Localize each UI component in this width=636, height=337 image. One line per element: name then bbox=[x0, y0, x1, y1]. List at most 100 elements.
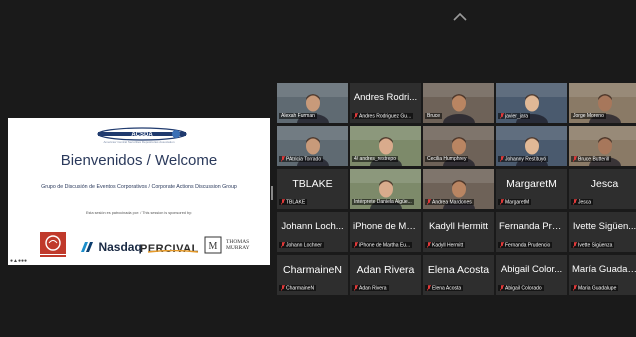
participant-name-text: Bruce Butterill bbox=[578, 156, 610, 162]
nasdaq-text: Nasdaq bbox=[98, 240, 142, 254]
welcome-title: Bienvenidos / Welcome bbox=[60, 152, 218, 169]
acsda-logo-text: ACSDA bbox=[131, 132, 153, 138]
participant-name-label: Andres Rodriguez Gu... bbox=[352, 112, 419, 121]
shared-screen: ACSDA Americas' Central Securities Depos… bbox=[8, 118, 270, 265]
participant-name-text: Kadyll Hermitt bbox=[432, 242, 464, 248]
participant-tile[interactable]: Jorge Moreno bbox=[569, 83, 636, 123]
participant-name-text: Ivette Sigüenza bbox=[578, 242, 613, 248]
mic-muted-icon bbox=[353, 284, 359, 291]
participant-tile[interactable]: Andrea Mardones bbox=[423, 169, 494, 209]
participant-tile[interactable]: Alexah Furman bbox=[277, 83, 348, 123]
participant-name-label: 4/ andres_restrepo bbox=[352, 156, 419, 164]
participant-name-label: Maria Guadalupe bbox=[571, 284, 636, 293]
participant-tile[interactable]: PAtricia Torrado bbox=[277, 126, 348, 166]
participant-name-text: Jorge Moreno bbox=[573, 113, 604, 119]
participant-tile[interactable]: Adan Rivera Adan Rivera bbox=[350, 255, 421, 295]
participant-name-text: Andrea Mardones bbox=[432, 199, 472, 205]
participant-name-text: javier_jara bbox=[505, 113, 529, 119]
participant-tile[interactable]: Cecilia Humphrey bbox=[423, 126, 494, 166]
participant-tile[interactable]: javier_jara bbox=[496, 83, 567, 123]
mic-muted-icon bbox=[499, 198, 505, 205]
participant-name-text: Bruce bbox=[427, 113, 441, 119]
sponsor-seal-logo bbox=[40, 232, 66, 257]
mic-muted-icon bbox=[572, 284, 578, 291]
participant-tile[interactable]: MargaretM MargaretM bbox=[496, 169, 567, 209]
participant-tile[interactable]: Elena Acosta Elena Acosta bbox=[423, 255, 494, 295]
participant-grid: Alexah Furman Andres Rodri... Andres Rodri… bbox=[277, 83, 636, 295]
mic-muted-icon bbox=[426, 198, 432, 205]
participant-name-text: Johann Lochner bbox=[286, 242, 322, 248]
participant-name-text: iPhone de Martha Eu... bbox=[359, 242, 411, 248]
thomas-murray-text: THOMAS MURRAY bbox=[226, 239, 250, 251]
participant-tile[interactable]: Jesca Jesca bbox=[569, 169, 636, 209]
participant-tile[interactable]: TBLAKE TBLAKE bbox=[277, 169, 348, 209]
mic-muted-icon bbox=[499, 284, 505, 291]
participant-tile[interactable]: Andres Rodri... Andres Rodriguez Gu... bbox=[350, 83, 421, 123]
participant-name-text: Andres Rodriguez Gu... bbox=[359, 113, 412, 119]
participant-tile[interactable]: Abigail Color... Abigail Colorado bbox=[496, 255, 567, 295]
participant-name-label: Fernanda Prudencio bbox=[498, 241, 565, 250]
nasdaq-mark-icon bbox=[81, 241, 93, 252]
participant-name-text: Johanny Restituyó bbox=[505, 156, 547, 162]
participant-display-name: Johann Loch... bbox=[281, 221, 344, 232]
participant-name-text: Adan Rivera bbox=[359, 285, 387, 291]
participant-tile[interactable]: Johann Loch... Johann Lochner bbox=[277, 212, 348, 252]
participant-tile[interactable]: Bruce Butterill bbox=[569, 126, 636, 166]
participant-tile[interactable]: María Guadal... Maria Guadalupe bbox=[569, 255, 636, 295]
participant-name-label: MargaretM bbox=[498, 198, 565, 207]
participant-name-label: Kadyll Hermitt bbox=[425, 241, 492, 250]
session-subtitle: Grupo de Discusión de Eventos Corporativ… bbox=[41, 184, 237, 190]
logo-subtext: Americas' Central Securities Depositorie… bbox=[103, 140, 175, 144]
participant-tile[interactable]: Intérprete Daniela Algüe... bbox=[350, 169, 421, 209]
collapse-chevron-icon[interactable] bbox=[452, 12, 468, 22]
participant-name-label: javier_jara bbox=[498, 112, 565, 121]
participant-name-text: Maria Guadalupe bbox=[578, 285, 617, 291]
mic-muted-icon bbox=[572, 155, 578, 162]
mic-muted-icon bbox=[572, 241, 578, 248]
participant-name-label: Johann Lochner bbox=[279, 241, 346, 250]
participant-display-name: Jesca bbox=[590, 178, 619, 190]
participant-display-name: MargaretM bbox=[506, 178, 557, 190]
participant-display-name: Fernanda Pru... bbox=[499, 221, 566, 232]
participant-name-label: Alexah Furman bbox=[279, 113, 346, 121]
participant-display-name: TBLAKE bbox=[292, 178, 333, 190]
participant-name-text: MargaretM bbox=[505, 199, 530, 205]
participant-tile[interactable]: iPhone de Ma... iPhone de Martha Eu... bbox=[350, 212, 421, 252]
mic-muted-icon bbox=[280, 241, 286, 248]
participant-name-label: Andrea Mardones bbox=[425, 198, 492, 207]
participant-tile[interactable]: 4/ andres_restrepo bbox=[350, 126, 421, 166]
participant-name-text: Elena Acosta bbox=[432, 285, 462, 291]
participant-tile[interactable]: Kadyll Hermitt Kadyll Hermitt bbox=[423, 212, 494, 252]
participant-name-label: TBLAKE bbox=[279, 198, 346, 207]
participant-display-name: Andres Rodri... bbox=[353, 92, 418, 103]
participant-display-name: Ivette Sigüen... bbox=[572, 221, 636, 232]
participant-name-label: Adan Rivera bbox=[352, 284, 419, 293]
participant-display-name: Elena Acosta bbox=[427, 264, 490, 276]
thomas-murray-mark-icon: M bbox=[204, 236, 222, 254]
participant-tile[interactable]: CharmaineN CharmaineN bbox=[277, 255, 348, 295]
participant-display-name: CharmaineN bbox=[283, 264, 342, 276]
participant-display-name: iPhone de Ma... bbox=[353, 221, 420, 232]
participant-display-name: Kadyll Hermitt bbox=[428, 221, 489, 232]
mic-muted-icon bbox=[499, 112, 505, 119]
participant-tile[interactable]: Fernanda Pru... Fernanda Prudencio bbox=[496, 212, 567, 252]
participant-name-label: CharmaineN bbox=[279, 284, 346, 293]
participant-display-name: Abigail Color... bbox=[500, 264, 563, 275]
participant-name-text: Fernanda Prudencio bbox=[505, 242, 551, 248]
participant-name-label: Elena Acosta bbox=[425, 284, 492, 293]
participant-tile[interactable]: Bruce bbox=[423, 83, 494, 123]
splitter-handle[interactable] bbox=[271, 186, 273, 200]
participant-tile[interactable]: Johanny Restituyó bbox=[496, 126, 567, 166]
participant-name-text: 4/ andres_restrepo bbox=[354, 156, 396, 162]
mic-muted-icon bbox=[426, 241, 432, 248]
participant-name-label: Bruce bbox=[425, 113, 492, 121]
mic-muted-icon bbox=[353, 112, 359, 119]
participant-name-label: Jorge Moreno bbox=[571, 113, 636, 121]
participant-name-text: CharmaineN bbox=[286, 285, 315, 291]
participant-name-text: Intérprete Daniela Algüe... bbox=[354, 199, 412, 205]
participant-name-text: Alexah Furman bbox=[281, 113, 315, 119]
participant-tile[interactable]: Ivette Sigüen... Ivette Sigüenza bbox=[569, 212, 636, 252]
participant-display-name: Adan Rivera bbox=[356, 264, 415, 276]
mic-muted-icon bbox=[280, 155, 286, 162]
slide-indicator: ●▲●●● bbox=[10, 258, 28, 264]
